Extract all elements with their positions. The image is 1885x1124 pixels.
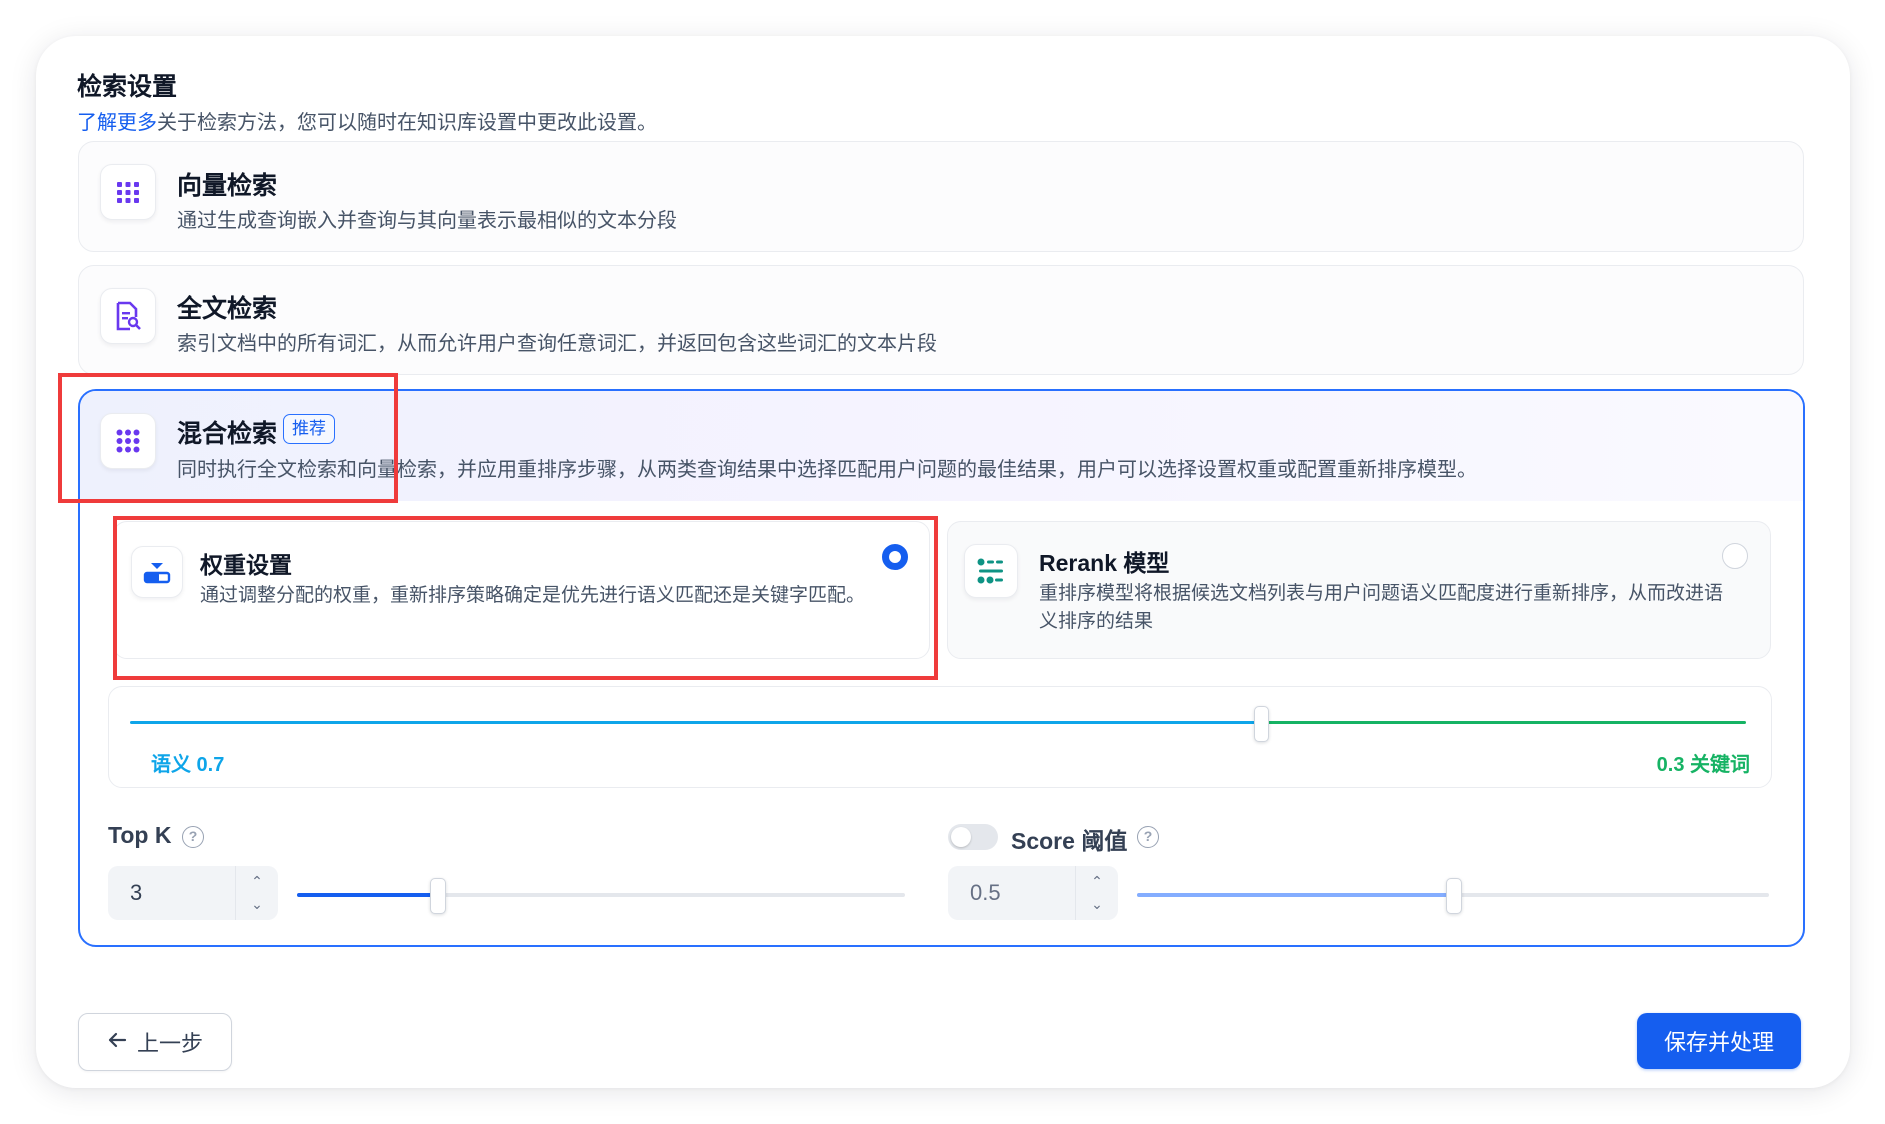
chevron-down-icon[interactable]: ⌄ [1085, 894, 1109, 914]
back-button[interactable]: 上一步 [78, 1013, 232, 1071]
chevron-up-icon[interactable]: ⌃ [245, 871, 269, 891]
subtitle-text: 关于检索方法，您可以随时在知识库设置中更改此设置。 [157, 112, 657, 134]
top-k-label: Top K [108, 822, 172, 848]
keyword-weight-label: 0.3 关键词 [1656, 754, 1750, 776]
save-and-process-button[interactable]: 保存并处理 [1637, 1013, 1801, 1069]
option-vector-search[interactable]: 向量检索 通过生成查询嵌入并查询与其向量表示最相似的文本分段 [78, 141, 1804, 252]
score-threshold-label: Score 阈值 [1011, 828, 1128, 854]
arrow-left-icon [107, 1029, 127, 1055]
help-circle-icon[interactable]: ? [1137, 826, 1159, 848]
chevron-up-icon[interactable]: ⌃ [1085, 871, 1109, 891]
page-subtitle: 了解更多关于检索方法，您可以随时在知识库设置中更改此设置。 [77, 106, 657, 135]
help-circle-icon[interactable]: ? [182, 826, 204, 848]
page-title: 检索设置 [77, 73, 178, 101]
chevron-down-icon[interactable]: ⌄ [245, 894, 269, 914]
weight-slider-thumb[interactable] [1254, 706, 1270, 742]
score-toggle[interactable] [948, 824, 998, 850]
learn-more-link[interactable]: 了解更多 [77, 112, 157, 134]
toggle-knob [951, 827, 971, 847]
option-title: 全文检索 [177, 295, 278, 323]
top-k-slider-fill [297, 893, 437, 897]
rerank-model-title: Rerank 模型 [1039, 550, 1170, 576]
top-k-input[interactable]: 3 ⌃ ⌄ [108, 866, 278, 920]
score-slider-fill [1137, 893, 1453, 897]
option-description: 通过生成查询嵌入并查询与其向量表示最相似的文本分段 [177, 210, 677, 232]
top-k-slider-thumb[interactable] [429, 878, 446, 914]
semantic-weight-track [130, 721, 1262, 724]
rerank-model-description: 重排序模型将根据候选文档列表与用户问题语义匹配度进行重新排序，从而改进语义排序的… [1039, 583, 1724, 632]
score-slider-thumb[interactable] [1446, 878, 1462, 914]
keyword-weight-track [1261, 721, 1746, 724]
score-input[interactable]: 0.5 ⌃ ⌄ [948, 866, 1118, 920]
option-fulltext-search[interactable]: 全文检索 索引文档中的所有词汇，从而允许用户查询任意词汇，并返回包含这些词汇的文… [78, 265, 1804, 375]
vector-grid-icon [100, 164, 156, 220]
highlight-box-weight [113, 516, 938, 680]
doc-search-icon [100, 288, 156, 344]
top-k-value: 3 [130, 880, 143, 905]
weight-slider-panel [108, 686, 1772, 788]
highlight-box-hybrid [58, 373, 398, 503]
score-value: 0.5 [970, 880, 1001, 905]
option-title: 向量检索 [177, 172, 278, 200]
back-button-label: 上一步 [136, 1031, 203, 1056]
semantic-weight-label: 语义 0.7 [151, 754, 225, 776]
option-description: 索引文档中的所有词汇，从而允许用户查询任意词汇，并返回包含这些词汇的文本片段 [177, 333, 937, 355]
rerank-model-radio[interactable] [1722, 543, 1748, 569]
rerank-model-option[interactable]: Rerank 模型 重排序模型将根据候选文档列表与用户问题语义匹配度进行重新排序… [947, 521, 1771, 659]
rerank-icon [964, 544, 1018, 598]
